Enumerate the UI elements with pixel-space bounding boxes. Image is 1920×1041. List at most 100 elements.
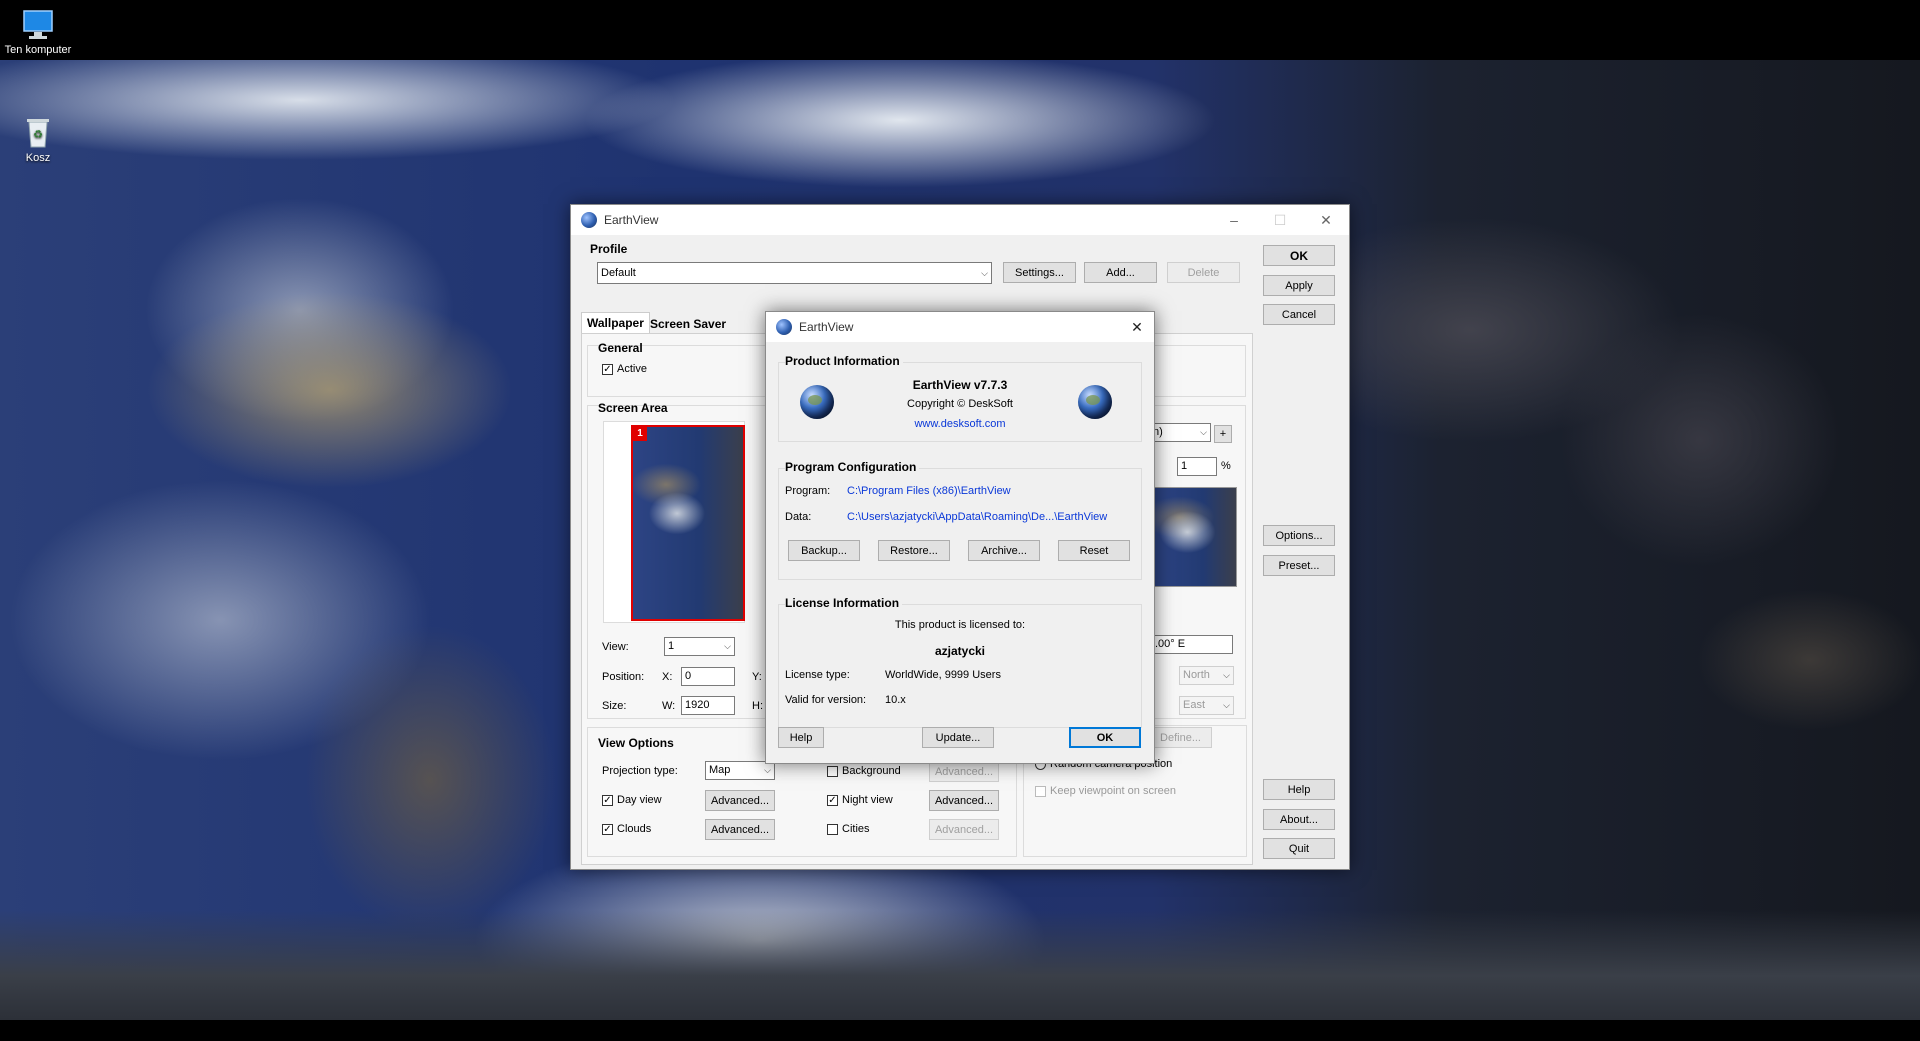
chevron-down-icon: ⌵ [1223,670,1230,680]
active-checkbox[interactable]: ✓ Active [602,363,647,375]
minimize-button[interactable]: – [1211,205,1257,235]
data-label: Data: [785,511,812,523]
tab-screen-saver[interactable]: Screen Saver [645,314,731,334]
profile-dropdown[interactable]: Default ⌵ [597,262,992,284]
chevron-down-icon: ⌵ [724,641,731,651]
main-ok-button[interactable]: OK [1263,245,1335,266]
w-input[interactable]: 1920 [681,696,735,715]
cities-label: Cities [842,823,870,835]
background-label: Background [842,765,901,777]
licensed-to-label: This product is licensed to: [894,619,1026,631]
profile-delete-button[interactable]: Delete [1167,262,1240,283]
north-value: North [1183,669,1210,681]
main-window-title: EarthView [604,213,659,227]
options-button[interactable]: Options... [1263,525,1335,546]
wallpaper-shade [0,910,1920,1020]
cancel-button[interactable]: Cancel [1263,304,1335,325]
longitude-input[interactable]: .00° E [1151,635,1233,654]
tab-wallpaper[interactable]: Wallpaper [581,312,650,333]
quit-button[interactable]: Quit [1263,838,1335,859]
data-path-link[interactable]: C:\Users\azjatycki\AppData\Roaming\De...… [847,511,1107,523]
chevron-down-icon: ⌵ [1223,700,1230,710]
product-name: EarthView v7.7.3 [912,378,1008,392]
desktop-icon-label: Kosz [25,152,51,164]
percent-input[interactable]: 1 [1177,457,1217,476]
keep-viewpoint-checkbox[interactable]: Keep viewpoint on screen [1035,785,1176,797]
about-button[interactable]: About... [1263,809,1335,830]
help-button[interactable]: Help [1263,779,1335,800]
north-dropdown[interactable]: North ⌵ [1179,666,1234,685]
about-close-button[interactable]: ✕ [1120,312,1154,342]
apply-button[interactable]: Apply [1263,275,1335,296]
valid-for-value: 10.x [885,694,906,706]
clouds-advanced-button[interactable]: Advanced... [705,819,775,840]
reset-button[interactable]: Reset [1058,540,1130,561]
earthview-app-icon [581,212,597,228]
profile-add-button[interactable]: Add... [1084,262,1157,283]
cities-checkbox[interactable]: Cities [827,823,870,835]
program-path-link[interactable]: C:\Program Files (x86)\EarthView [847,485,1011,497]
x-label: X: [662,671,673,683]
cities-advanced-button[interactable]: Advanced... [929,819,999,840]
preset-button[interactable]: Preset... [1263,555,1335,576]
x-input[interactable]: 0 [681,667,735,686]
screen-area-heading: Screen Area [598,401,668,415]
update-button[interactable]: Update... [922,727,994,748]
clouds-label: Clouds [617,823,652,835]
copyright-text: Copyright © DeskSoft [907,398,1013,410]
east-dropdown[interactable]: East ⌵ [1179,696,1234,715]
desktop-icon-label: Ten komputer [4,44,72,56]
about-ok-button[interactable]: OK [1069,727,1141,748]
background-advanced-button[interactable]: Advanced... [929,761,999,782]
checkmark-icon: ✓ [602,794,613,806]
chevron-down-icon: ⌵ [981,268,988,278]
w-label: W: [662,700,676,712]
profile-settings-button[interactable]: Settings... [1003,262,1076,283]
checkmark-icon: ✓ [602,363,613,375]
view-value: 1 [668,640,675,652]
plus-button[interactable]: + [1214,425,1232,443]
size-label: Size: [602,700,627,712]
view-dropdown[interactable]: 1 ⌵ [664,637,735,656]
program-config-heading: Program Configuration [785,460,920,474]
close-button[interactable]: ✕ [1303,205,1349,235]
svg-text:♻: ♻ [33,129,43,141]
desktop-icon-recycle-bin[interactable]: ♻ Kosz [0,116,76,164]
night-view-advanced-button[interactable]: Advanced... [929,790,999,811]
night-view-label: Night view [842,794,893,806]
computer-icon [20,8,56,42]
recycle-bin-icon: ♻ [20,116,56,150]
right-panel-dropdown[interactable]: n) ⌵ [1149,423,1211,442]
checkmark-icon: ✓ [827,794,838,806]
license-type-label: License type: [785,669,850,681]
background-checkbox[interactable]: Background [827,765,901,777]
profile-heading: Profile [590,242,628,256]
day-view-label: Day view [617,794,662,806]
chevron-down-icon: ⌵ [764,765,771,775]
active-label: Active [617,363,647,375]
about-titlebar: EarthView ✕ [766,312,1154,342]
night-view-checkbox[interactable]: ✓ Night view [827,794,893,806]
clouds-checkbox[interactable]: ✓ Clouds [602,823,651,835]
checkbox-icon [827,765,838,777]
about-help-button[interactable]: Help [778,727,824,748]
license-type-value: WorldWide, 9999 Users [885,669,1001,681]
monitor-preview[interactable] [631,425,745,621]
percent-sign: % [1221,460,1231,472]
earthview-app-icon [776,319,792,335]
checkbox-icon [827,823,838,835]
website-link[interactable]: www.desksoft.com [766,418,1154,430]
program-label: Program: [785,485,831,497]
backup-button[interactable]: Backup... [788,540,860,561]
restore-button[interactable]: Restore... [878,540,950,561]
y-label: Y: [752,671,762,683]
monitor-badge: 1 [633,427,647,441]
desktop-icon-this-pc[interactable]: Ten komputer [0,8,76,56]
archive-button[interactable]: Archive... [968,540,1040,561]
position-label: Position: [602,671,645,683]
maximize-button[interactable]: ☐ [1257,205,1303,235]
day-view-advanced-button[interactable]: Advanced... [705,790,775,811]
about-dialog-title: EarthView [799,320,854,334]
day-view-checkbox[interactable]: ✓ Day view [602,794,662,806]
projection-type-label: Projection type: [602,765,678,777]
